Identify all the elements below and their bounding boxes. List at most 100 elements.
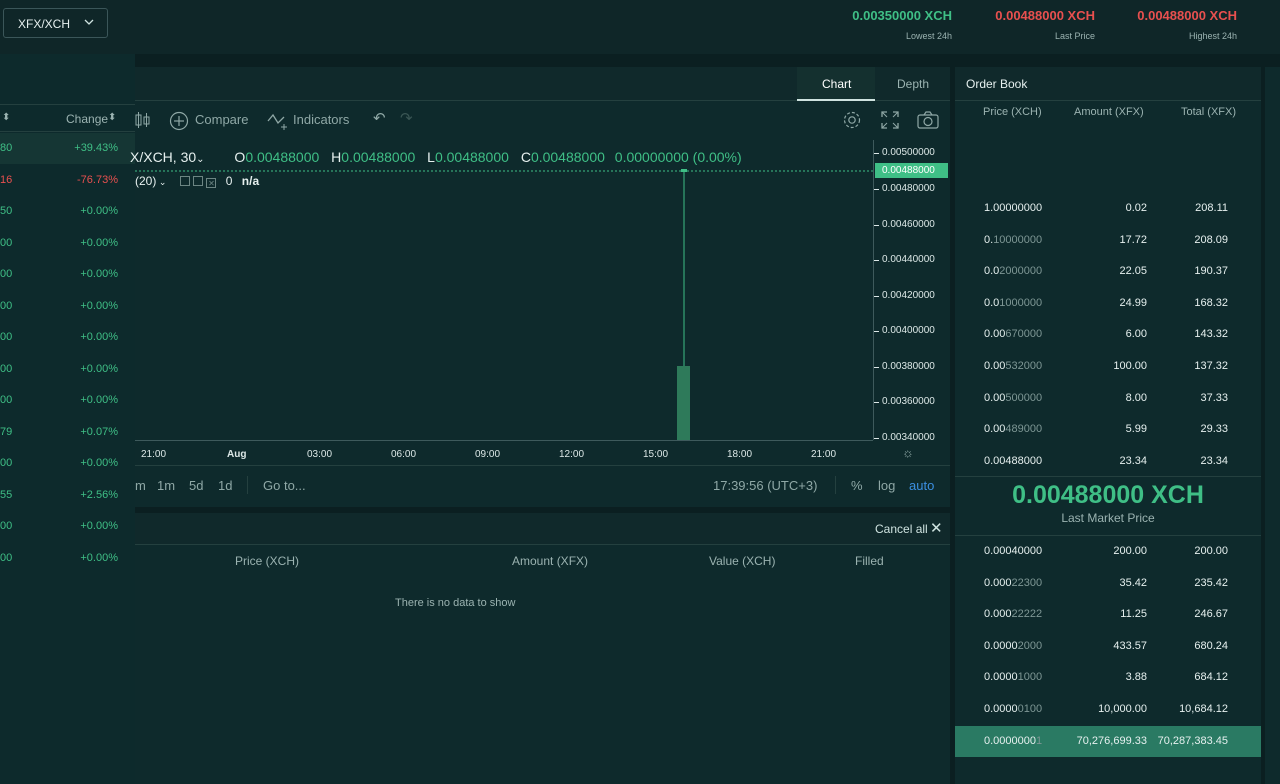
market-price: 00 [0,394,13,406]
ask-row[interactable]: 0.00532000 100.00 137.32 [955,351,1261,382]
market-price: 00 [0,362,13,375]
market-row[interactable]: 00 +0.00% [0,511,135,542]
divider [247,476,248,494]
col-amount: Amount (XFX) [512,554,589,568]
redo-icon[interactable]: ↷ [400,109,413,127]
tab-chart[interactable]: Chart [797,67,875,101]
stat-value: 0.00488000 XCH [1137,8,1237,23]
bid-row[interactable]: 0.00022300 35.42 235.42 [955,568,1261,599]
market-row[interactable]: 16 -76.73% [0,165,135,196]
fullscreen-icon[interactable] [881,111,899,129]
open-orders-panel: Cancel all ✕ Price (XCH) Amount (XFX) Va… [135,513,950,784]
bid-row[interactable]: 0.00040000 200.00 200.00 [955,536,1261,567]
ask-row[interactable]: 0.00489000 5.99 29.33 [955,414,1261,445]
market-row[interactable]: 00 +0.00% [0,259,135,290]
bid-row[interactable]: 0.00022222 11.25 246.67 [955,599,1261,630]
bid-row[interactable]: 0.00001000 3.88 684.12 [955,662,1261,693]
price-bright: 1.00000000 [984,202,1043,214]
pair-selector[interactable]: XFX/XCH [3,8,108,38]
ask-row[interactable]: 0.00488000 23.34 23.34 [955,446,1261,477]
market-row[interactable]: 50 +0.00% [0,196,135,227]
goto-button[interactable]: Go to... [263,478,306,493]
price-axis[interactable]: 0.00500000 0.00480000 0.00460000 0.00440000… [873,140,950,443]
market-price: 00 [0,299,13,312]
chart-plot-area[interactable] [135,140,873,440]
total: 680.24 [1194,639,1228,652]
ask-row[interactable]: 1.00000000 0.02 208.11 [955,193,1261,224]
compare-button[interactable]: Compare [195,112,248,127]
ask-row[interactable]: 0.00500000 8.00 37.33 [955,383,1261,414]
amount: 8.00 [1125,391,1147,404]
time-tick: 03:00 [307,449,333,460]
axis-settings-icon[interactable]: ☼ [902,445,914,460]
market-row[interactable]: 00 +0.00% [0,354,135,385]
price-bright: 0.00 [984,328,1006,341]
last-market-price: 0.00488000 XCH Last Market Price [955,476,1261,536]
col-value: Value (XCH) [709,554,776,568]
range-5d[interactable]: 5d [189,478,203,493]
amount: 0.02 [1125,202,1147,214]
cancel-all-button[interactable]: Cancel all [875,522,928,536]
auto-toggle[interactable]: auto [909,478,934,493]
price-bright: 0.00 [984,423,1006,436]
log-toggle[interactable]: log [878,478,895,493]
time-tick: 18:00 [727,449,753,460]
market-row[interactable]: 55 +2.56% [0,480,135,511]
price-bright: 0.00 [984,391,1006,404]
bid-row[interactable]: 0.00000100 10,000.00 10,684.12 [955,694,1261,725]
market-row[interactable]: 00 +0.00% [0,448,135,479]
tab-depth[interactable]: Depth [875,67,950,101]
market-row[interactable]: 00 +0.00% [0,228,135,259]
change-column-header[interactable]: Change [66,112,108,126]
indicators-button[interactable]: Indicators [293,112,349,127]
ask-row[interactable]: 0.10000000 17.72 208.09 [955,225,1261,256]
price-bright: 0. [984,233,994,246]
amount: 6.00 [1125,328,1147,341]
tick-mark [874,438,879,439]
range-m[interactable]: m [135,478,146,493]
price-tick: 0.00440000 [882,254,935,265]
bid-row[interactable]: 0.00002000 433.57 680.24 [955,631,1261,662]
indicators-icon[interactable] [267,111,289,131]
market-row[interactable]: 79 +0.07% [0,417,135,448]
market-row[interactable]: 80 +39.43% [0,133,135,164]
market-change: +0.00% [80,299,118,312]
settings-gear-icon[interactable] [842,110,862,130]
total: 208.11 [1195,202,1228,214]
amount: 70,276,699.33 [1076,734,1147,747]
market-change: +0.00% [80,551,118,564]
compare-plus-icon[interactable] [169,111,189,131]
sort-icon[interactable]: ⬍ [2,112,10,123]
percent-toggle[interactable]: % [851,478,863,493]
market-row[interactable]: 00 +0.00% [0,543,135,574]
price-bright: 0.0000 [984,639,1018,652]
time-tick: 06:00 [391,449,417,460]
time-axis[interactable]: 21:00 Aug 03:00 06:00 09:00 12:00 15:00 18:00 21… [135,440,873,465]
close-icon[interactable]: ✕ [930,519,943,537]
ask-row[interactable]: 0.00670000 6.00 143.32 [955,319,1261,350]
time-tick: 15:00 [643,449,669,460]
market-change: +0.00% [80,236,118,249]
ask-row[interactable]: 0.01000000 24.99 168.32 [955,288,1261,319]
range-1m[interactable]: 1m [157,478,175,493]
range-1d[interactable]: 1d [218,478,232,493]
sort-icon[interactable]: ⬍ [108,112,116,123]
undo-icon[interactable]: ↶ [373,109,386,127]
market-row[interactable]: 00 +0.00% [0,385,135,416]
market-row[interactable]: 00 +0.00% [0,322,135,353]
market-price: 00 [0,457,13,469]
price-tick: 0.00420000 [882,290,935,301]
last-price-tag: 0.00488000 [875,163,948,178]
ask-row[interactable]: 0.02000000 22.05 190.37 [955,256,1261,287]
bid-row[interactable]: 0.00000001 70,276,699.33 70,287,383.45 [955,725,1261,757]
price-dim: 1000000 [999,296,1043,309]
chart-clock[interactable]: 17:39:56 (UTC+3) [713,478,817,493]
ob-col-price: Price (XCH) [983,106,1042,118]
market-row[interactable]: 00 +0.00% [0,291,135,322]
camera-snapshot-icon[interactable] [917,111,939,129]
stat-label: Lowest 24h [905,31,952,41]
price-dim: 1000 [1017,671,1043,684]
candle-style-icon[interactable] [135,110,151,130]
price-bright: 0.0 [984,265,1000,278]
markets-header: ⬍ Change ⬍ [0,104,135,132]
